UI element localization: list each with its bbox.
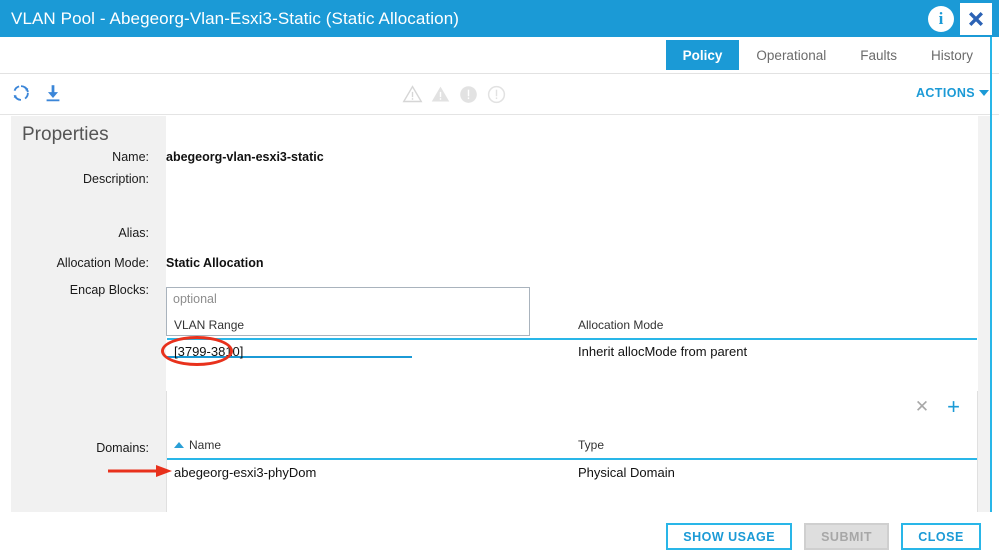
allocation-mode-value: Static Allocation bbox=[166, 256, 264, 270]
show-usage-button[interactable]: SHOW USAGE bbox=[666, 523, 793, 550]
close-icon bbox=[969, 11, 983, 26]
domains-col-name-label: Name bbox=[189, 438, 222, 452]
actions-menu-button[interactable]: ACTIONS bbox=[916, 86, 989, 100]
encap-row-allocation-mode[interactable]: Inherit allocMode from parent bbox=[578, 344, 747, 359]
domains-header-rule bbox=[167, 458, 977, 460]
properties-panel: Properties Name: abegeorg-vlan-esxi3-sta… bbox=[0, 116, 999, 559]
tab-history[interactable]: History bbox=[914, 40, 990, 70]
toolbar-status-icons bbox=[402, 84, 507, 105]
encap-blocks-label: Encap Blocks: bbox=[69, 283, 149, 297]
page-title: VLAN Pool - Abegeorg-Vlan-Esxi3-Static (… bbox=[11, 8, 460, 28]
plus-icon[interactable]: + bbox=[947, 395, 960, 418]
refresh-icon[interactable] bbox=[10, 82, 32, 104]
close-button-footer[interactable]: CLOSE bbox=[901, 523, 981, 550]
allocation-mode-label: Allocation Mode: bbox=[56, 256, 149, 270]
encap-row-vlan-range[interactable]: [3799-3810] bbox=[174, 344, 243, 359]
domains-col-name[interactable]: Name bbox=[174, 438, 221, 460]
alert-circle-outline-icon bbox=[487, 85, 506, 104]
encap-col-vlan-range[interactable]: VLAN Range bbox=[174, 318, 244, 340]
warning-triangle-filled-icon bbox=[431, 86, 450, 102]
vertical-scrollbar-thumb[interactable] bbox=[979, 118, 989, 318]
dialog-right-border bbox=[990, 37, 992, 559]
close-button[interactable] bbox=[960, 2, 992, 35]
encap-col-allocation-mode[interactable]: Allocation Mode bbox=[578, 318, 663, 340]
encap-header-rule bbox=[167, 338, 977, 340]
vertical-scrollbar[interactable] bbox=[978, 116, 990, 512]
chevron-down-icon bbox=[979, 90, 989, 96]
title-bar-actions: i bbox=[928, 0, 995, 37]
tab-faults[interactable]: Faults bbox=[843, 40, 914, 70]
download-icon[interactable] bbox=[42, 82, 64, 104]
name-label: Name: bbox=[112, 150, 149, 164]
close-x-icon[interactable]: ✕ bbox=[915, 398, 929, 415]
alert-circle-filled-icon bbox=[460, 86, 477, 103]
domains-col-type[interactable]: Type bbox=[578, 438, 604, 460]
description-placeholder: optional bbox=[173, 292, 217, 306]
encap-blocks-toolbar: ✕ + bbox=[166, 393, 978, 420]
description-label: Description: bbox=[83, 172, 149, 186]
domains-row-name[interactable]: abegeorg-esxi3-phyDom bbox=[174, 465, 316, 480]
tab-bar: Policy Operational Faults History bbox=[0, 37, 999, 74]
name-value: abegeorg-vlan-esxi3-static bbox=[166, 150, 324, 164]
domains-row-type[interactable]: Physical Domain bbox=[578, 465, 675, 480]
warning-triangle-outline-icon bbox=[402, 85, 423, 103]
submit-button: SUBMIT bbox=[804, 523, 889, 550]
tab-operational[interactable]: Operational bbox=[739, 40, 843, 70]
section-title: Properties bbox=[22, 124, 109, 145]
toolbar: ACTIONS bbox=[0, 75, 999, 115]
toolbar-left-icons bbox=[10, 82, 64, 104]
footer-button-row: SHOW USAGE SUBMIT CLOSE bbox=[666, 523, 981, 550]
domains-label: Domains: bbox=[96, 441, 149, 455]
tab-policy[interactable]: Policy bbox=[665, 40, 740, 70]
actions-label: ACTIONS bbox=[915, 86, 975, 100]
vlan-pool-dialog: VLAN Pool - Abegeorg-Vlan-Esxi3-Static (… bbox=[0, 0, 999, 559]
dialog-footer: SHOW USAGE SUBMIT CLOSE bbox=[0, 512, 999, 559]
dialog-title-bar: VLAN Pool - Abegeorg-Vlan-Esxi3-Static (… bbox=[0, 0, 999, 37]
sort-ascending-icon bbox=[174, 442, 184, 448]
info-icon[interactable]: i bbox=[928, 5, 954, 32]
alias-label: Alias: bbox=[118, 226, 149, 240]
